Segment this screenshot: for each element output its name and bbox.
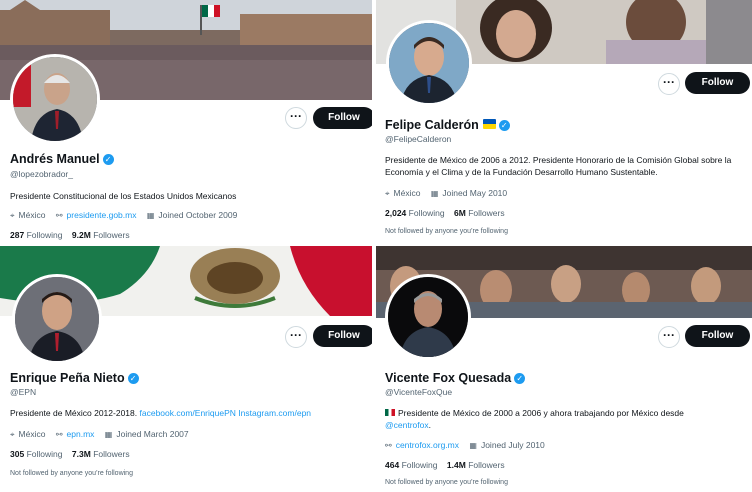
link-icon: ⚯: [385, 441, 392, 450]
profile-bio: Presidente de México de 2006 a 2012. Pre…: [385, 155, 732, 177]
following-link[interactable]: 287 Following: [10, 230, 62, 240]
follow-button[interactable]: Follow: [685, 72, 750, 94]
followers-link[interactable]: 1.4M Followers: [447, 460, 505, 470]
profile-stats: 305 Following 7.3M Followers: [10, 449, 130, 459]
location-text: México: [18, 429, 46, 439]
more-options-button[interactable]: ···: [285, 107, 307, 129]
profile-handle: @VicenteFoxQue: [385, 387, 453, 397]
profile-name-text: Enrique Peña Nieto: [10, 371, 125, 385]
profile-meta: ⌖ México ⚯ presidente.gob.mx ▦ Joined Octob…: [10, 210, 245, 221]
avatar-portrait: [15, 277, 99, 361]
website-link[interactable]: centrofox.org.mx: [396, 440, 459, 450]
more-options-button[interactable]: ···: [658, 73, 680, 95]
calendar-icon: ▦: [146, 211, 155, 220]
profile-handle: @lopezobrador_: [10, 169, 73, 179]
calendar-icon: ▦: [104, 430, 113, 439]
profile-card-fox: ··· Follow Vicente Fox Quesada ✓ @Vicente…: [376, 246, 752, 492]
profile-meta: ⌖ México ⚯ epn.mx ▦ Joined March 2007: [10, 429, 197, 440]
joined-date: Joined July 2010: [480, 440, 545, 450]
link-icon: ⚯: [55, 430, 63, 439]
joined-date: Joined October 2009: [158, 210, 238, 220]
profile-bio: Presidente de México de 2000 a 2006 y ah…: [385, 408, 684, 430]
bio-text: Presidente de México de 2000 a 2006 y ah…: [398, 408, 684, 418]
location-text: México: [18, 210, 46, 220]
following-link[interactable]: 2,024 Following: [385, 208, 445, 218]
bio-facebook-link[interactable]: facebook.com/EnriquePN: [140, 408, 236, 418]
profile-stats: 464 Following 1.4M Followers: [385, 460, 505, 470]
not-followed-note: Not followed by anyone you’re following: [10, 470, 133, 477]
not-followed-note: Not followed by anyone you’re following: [385, 479, 508, 486]
profile-card-calderon: ··· Follow Felipe Calderón ✓ @FelipeCalde…: [376, 0, 752, 246]
followers-link[interactable]: 7.3M Followers: [72, 449, 130, 459]
website-link[interactable]: epn.mx: [67, 429, 95, 439]
avatar-portrait: [388, 277, 468, 357]
more-options-button[interactable]: ···: [658, 326, 680, 348]
verified-badge-icon: ✓: [127, 373, 139, 384]
location-icon: ⌖: [10, 211, 15, 220]
not-followed-note: Not followed by anyone you’re following: [385, 228, 508, 235]
profile-card-amlo: ··· Follow Andrés Manuel ✓ @lopezobrador_…: [0, 0, 372, 246]
avatar[interactable]: [386, 20, 472, 106]
avatar-portrait: [13, 57, 97, 141]
location-text: México: [393, 188, 421, 198]
profile-stats: 287 Following 9.2M Followers: [10, 230, 130, 240]
profile-meta: ⌖ México ▦ Joined May 2010: [385, 188, 515, 199]
followers-link[interactable]: 9.2M Followers: [72, 230, 130, 240]
mexico-flag-icon: [385, 409, 395, 416]
profile-name: Andrés Manuel ✓: [10, 152, 114, 166]
bio-text: Presidente de México 2012-2018.: [10, 408, 138, 418]
ukraine-flag-icon: [482, 119, 496, 129]
calendar-icon: ▦: [430, 189, 439, 198]
profile-grid: ··· Follow Andrés Manuel ✓ @lopezobrador_…: [0, 0, 752, 492]
joined-date: Joined May 2010: [442, 188, 508, 198]
profile-bio: Presidente Constitucional de los Estados…: [10, 191, 237, 201]
verified-badge-icon: ✓: [102, 154, 114, 165]
link-icon: ⚯: [55, 211, 63, 220]
following-link[interactable]: 305 Following: [10, 449, 62, 459]
calendar-icon: ▦: [469, 441, 477, 450]
avatar[interactable]: [385, 274, 471, 360]
profile-name: Felipe Calderón ✓: [385, 118, 510, 132]
profile-stats: 2,024 Following 6M Followers: [385, 208, 505, 218]
profile-name: Enrique Peña Nieto ✓: [10, 371, 139, 385]
followers-link[interactable]: 6M Followers: [454, 208, 505, 218]
joined-date: Joined March 2007: [116, 429, 189, 439]
avatar[interactable]: [10, 54, 100, 144]
profile-card-epn: ··· Follow Enrique Peña Nieto ✓ @EPN Pres…: [0, 246, 372, 492]
avatar[interactable]: [12, 274, 102, 364]
profile-handle: @EPN: [10, 387, 37, 397]
profile-name: Vicente Fox Quesada ✓: [385, 371, 526, 385]
verified-badge-icon: ✓: [514, 373, 526, 384]
location-icon: ⌖: [385, 189, 390, 198]
verified-badge-icon: ✓: [498, 120, 510, 131]
profile-name-text: Vicente Fox Quesada: [385, 371, 512, 385]
profile-meta: ⚯ centrofox.org.mx ▦ Joined July 2010: [385, 440, 553, 450]
avatar-portrait: [389, 23, 469, 103]
profile-name-text: Felipe Calderón: [385, 118, 479, 132]
website-link[interactable]: presidente.gob.mx: [67, 210, 137, 220]
bio-centrofox-link[interactable]: @centrofox: [385, 420, 429, 430]
follow-button[interactable]: Follow: [313, 107, 372, 129]
profile-handle: @FelipeCalderon: [385, 134, 452, 144]
profile-bio: Presidente de México 2012-2018. facebook…: [10, 407, 370, 419]
more-options-button[interactable]: ···: [285, 326, 307, 348]
profile-name-text: Andrés Manuel: [10, 152, 100, 166]
following-link[interactable]: 464 Following: [385, 460, 437, 470]
follow-button[interactable]: Follow: [313, 325, 372, 347]
follow-button[interactable]: Follow: [685, 325, 750, 347]
location-icon: ⌖: [10, 430, 15, 439]
bio-instagram-link[interactable]: Instagram.com/epn: [238, 408, 311, 418]
